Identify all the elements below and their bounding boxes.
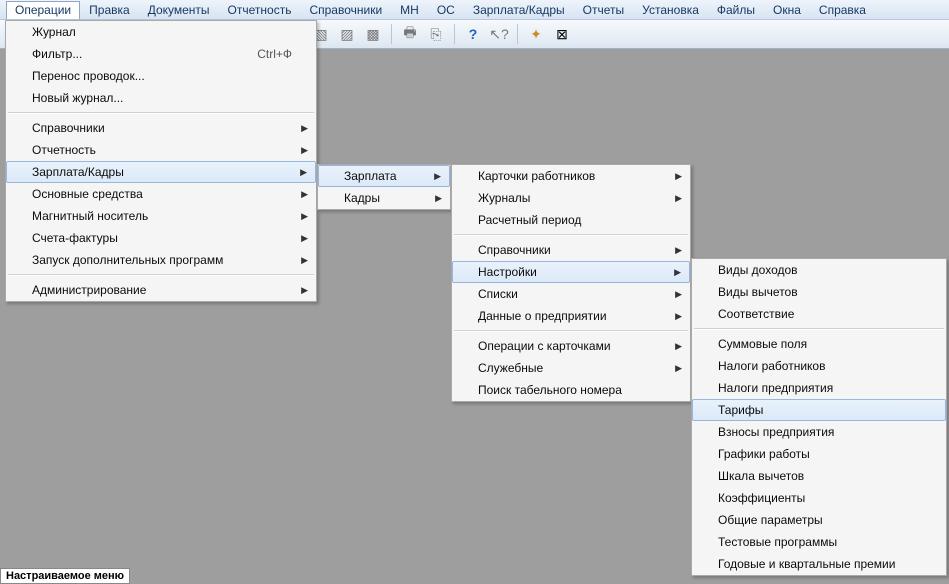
menu-os[interactable]: ОС bbox=[428, 1, 464, 19]
tool-print-icon[interactable]: 🖶 bbox=[399, 23, 421, 45]
menu-item-filter[interactable]: Фильтр...Ctrl+Ф bbox=[6, 43, 316, 65]
menu-directories[interactable]: Справочники bbox=[300, 1, 391, 19]
menu-item-payroll[interactable]: Зарплата/Кадры▶ bbox=[6, 161, 316, 183]
menu-item-emptaxes[interactable]: Налоги работников bbox=[692, 355, 946, 377]
menu-help[interactable]: Справка bbox=[810, 1, 875, 19]
chevron-right-icon: ▶ bbox=[675, 341, 682, 352]
menu-item-cardops[interactable]: Операции с карточками▶ bbox=[452, 335, 690, 357]
menu-item-personnel[interactable]: Кадры▶ bbox=[318, 187, 450, 209]
menu-item-period[interactable]: Расчетный период bbox=[452, 209, 690, 231]
status-text: Настраиваемое меню bbox=[0, 568, 130, 584]
chevron-right-icon: ▶ bbox=[301, 211, 308, 222]
menu-item-deduction-types[interactable]: Виды вычетов bbox=[692, 281, 946, 303]
menu-item-service[interactable]: Служебные▶ bbox=[452, 357, 690, 379]
menu-windows[interactable]: Окна bbox=[764, 1, 810, 19]
chevron-right-icon: ▶ bbox=[301, 189, 308, 200]
payroll-submenu: Зарплата▶ Кадры▶ bbox=[317, 164, 451, 210]
operations-menu: Журнал Фильтр...Ctrl+Ф Перенос проводок.… bbox=[5, 20, 317, 302]
chevron-right-icon: ▶ bbox=[675, 193, 682, 204]
tool-separator bbox=[517, 24, 518, 44]
menu-item-fixedassets[interactable]: Основные средства▶ bbox=[6, 183, 316, 205]
menu-item-lists[interactable]: Списки▶ bbox=[452, 283, 690, 305]
chevron-right-icon: ▶ bbox=[301, 123, 308, 134]
chevron-right-icon: ▶ bbox=[435, 193, 442, 204]
salary-submenu: Карточки работников▶ Журналы▶ Расчетный … bbox=[451, 164, 691, 402]
tool-icon[interactable]: ▨ bbox=[336, 23, 358, 45]
menu-item-directories2[interactable]: Справочники▶ bbox=[452, 239, 690, 261]
chevron-right-icon: ▶ bbox=[675, 363, 682, 374]
chevron-right-icon: ▶ bbox=[675, 245, 682, 256]
menu-files[interactable]: Файлы bbox=[708, 1, 764, 19]
menu-separator bbox=[454, 330, 688, 332]
menubar: Операции Правка Документы Отчетность Спр… bbox=[0, 0, 949, 20]
menu-item-companydata[interactable]: Данные о предприятии▶ bbox=[452, 305, 690, 327]
menu-item-sumfields[interactable]: Суммовые поля bbox=[692, 333, 946, 355]
menu-separator bbox=[8, 112, 314, 114]
chevron-right-icon: ▶ bbox=[675, 311, 682, 322]
menu-documents[interactable]: Документы bbox=[139, 1, 219, 19]
menu-item-findnumber[interactable]: Поиск табельного номера bbox=[452, 379, 690, 401]
chevron-right-icon: ▶ bbox=[674, 267, 681, 278]
chevron-right-icon: ▶ bbox=[434, 171, 441, 182]
menu-item-invoices[interactable]: Счета-фактуры▶ bbox=[6, 227, 316, 249]
menu-item-tariffs[interactable]: Тарифы bbox=[692, 399, 946, 421]
menu-item-correspondence[interactable]: Соответствие bbox=[692, 303, 946, 325]
menu-separator bbox=[8, 274, 314, 276]
menu-item-comptaxes[interactable]: Налоги предприятия bbox=[692, 377, 946, 399]
tool-icon[interactable]: ⎘ bbox=[425, 23, 447, 45]
chevron-right-icon: ▶ bbox=[301, 145, 308, 156]
menu-separator bbox=[694, 328, 944, 330]
menu-item-transfer[interactable]: Перенос проводок... bbox=[6, 65, 316, 87]
menu-reports[interactable]: Отчеты bbox=[574, 1, 633, 19]
tool-whatsthis-icon[interactable]: ↖? bbox=[488, 23, 510, 45]
menu-item-directories[interactable]: Справочники▶ bbox=[6, 117, 316, 139]
menu-item-bonuses[interactable]: Годовые и квартальные премии bbox=[692, 553, 946, 575]
menu-item-testprograms[interactable]: Тестовые программы bbox=[692, 531, 946, 553]
menu-item-journal[interactable]: Журнал bbox=[6, 21, 316, 43]
menu-item-schedules[interactable]: Графики работы bbox=[692, 443, 946, 465]
menu-operations[interactable]: Операции bbox=[6, 1, 80, 19]
menu-item-reporting[interactable]: Отчетность▶ bbox=[6, 139, 316, 161]
menu-item-contributions[interactable]: Взносы предприятия bbox=[692, 421, 946, 443]
chevron-right-icon: ▶ bbox=[300, 167, 307, 178]
tool-icon[interactable]: ▩ bbox=[362, 23, 384, 45]
tool-help-icon[interactable]: ? bbox=[462, 23, 484, 45]
menu-setup[interactable]: Установка bbox=[633, 1, 708, 19]
chevron-right-icon: ▶ bbox=[301, 233, 308, 244]
menu-item-coefficients[interactable]: Коэффициенты bbox=[692, 487, 946, 509]
menu-edit[interactable]: Правка bbox=[80, 1, 139, 19]
tool-separator bbox=[454, 24, 455, 44]
menu-item-runprograms[interactable]: Запуск дополнительных программ▶ bbox=[6, 249, 316, 271]
menu-separator bbox=[454, 234, 688, 236]
tool-close-icon[interactable]: ⊠ bbox=[551, 23, 573, 45]
tool-separator bbox=[391, 24, 392, 44]
menu-item-employeecards[interactable]: Карточки работников▶ bbox=[452, 165, 690, 187]
chevron-right-icon: ▶ bbox=[301, 255, 308, 266]
settings-submenu: Виды доходов Виды вычетов Соответствие С… bbox=[691, 258, 947, 576]
chevron-right-icon: ▶ bbox=[301, 285, 308, 296]
menu-reporting[interactable]: Отчетность bbox=[219, 1, 301, 19]
menu-item-newjournal[interactable]: Новый журнал... bbox=[6, 87, 316, 109]
menu-item-genparams[interactable]: Общие параметры bbox=[692, 509, 946, 531]
menu-payroll[interactable]: Зарплата/Кадры bbox=[464, 1, 574, 19]
chevron-right-icon: ▶ bbox=[675, 171, 682, 182]
menu-item-deductionscale[interactable]: Шкала вычетов bbox=[692, 465, 946, 487]
menu-item-journals[interactable]: Журналы▶ bbox=[452, 187, 690, 209]
chevron-right-icon: ▶ bbox=[675, 289, 682, 300]
tool-app-icon[interactable]: ✦ bbox=[525, 23, 547, 45]
menu-item-salary[interactable]: Зарплата▶ bbox=[318, 165, 450, 187]
menu-item-magnetic[interactable]: Магнитный носитель▶ bbox=[6, 205, 316, 227]
menu-item-settings[interactable]: Настройки▶ bbox=[452, 261, 690, 283]
menu-item-admin[interactable]: Администрирование▶ bbox=[6, 279, 316, 301]
menu-mn[interactable]: МН bbox=[391, 1, 428, 19]
menu-item-income-types[interactable]: Виды доходов bbox=[692, 259, 946, 281]
